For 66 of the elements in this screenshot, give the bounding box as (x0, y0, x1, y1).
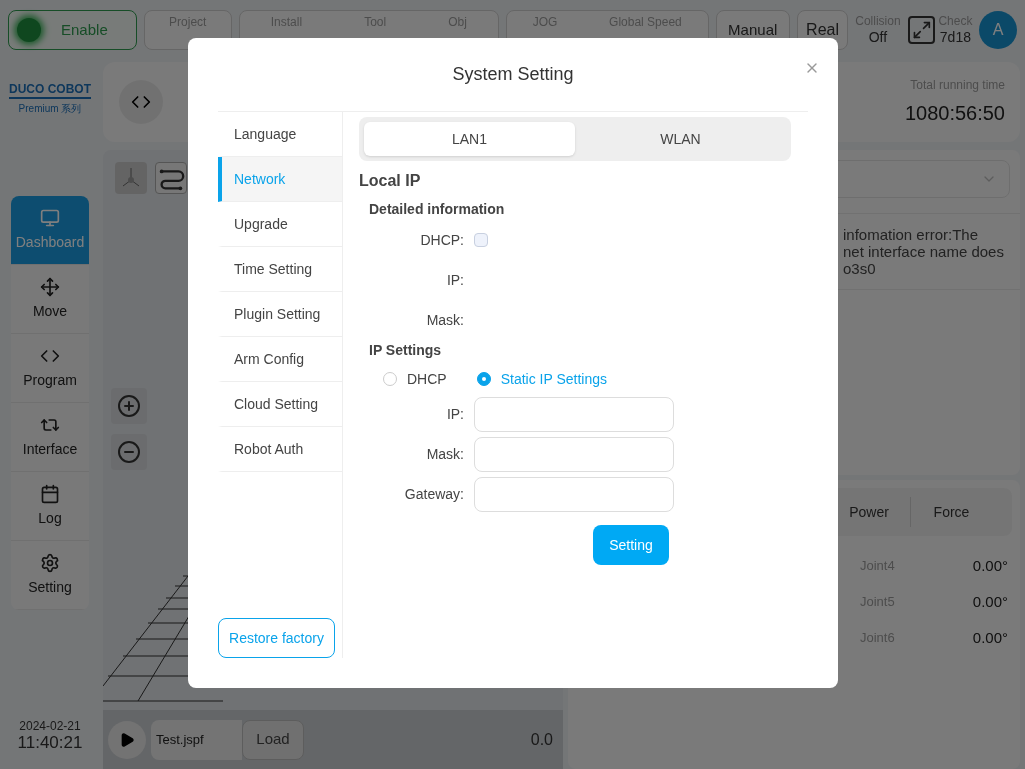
nav-item[interactable]: Move (11, 265, 89, 334)
zoom-in-button[interactable] (111, 388, 147, 424)
ip-mode-radio[interactable]: DHCP (383, 368, 447, 390)
path-icon[interactable] (155, 162, 187, 194)
joint-tab[interactable]: Power (828, 497, 910, 527)
load-button[interactable]: Load (242, 719, 304, 760)
settings-menu-item[interactable]: Upgrade (218, 202, 342, 247)
nav-item[interactable]: Program (11, 334, 89, 403)
settings-menu-item[interactable]: Arm Config (218, 337, 342, 382)
log-message: net interface name does (843, 243, 1005, 260)
progress-value: 0.0 (530, 729, 553, 750)
nav-item[interactable]: Log (11, 472, 89, 541)
user-avatar[interactable]: A (979, 11, 1017, 49)
field-label: IP: (445, 405, 464, 424)
calendar-icon (40, 483, 60, 504)
detail-heading: Detailed information (369, 200, 506, 219)
field-label: Mask: (425, 445, 464, 464)
settings-menu-item[interactable]: Network (218, 157, 342, 202)
running-time-value: 1080:56:50 (904, 101, 1005, 126)
ip-mode-radio[interactable]: Static IP Settings (476, 368, 608, 390)
play-button[interactable] (108, 720, 146, 759)
network-tab[interactable]: WLAN (575, 122, 786, 156)
network-tab[interactable]: LAN1 (364, 122, 575, 156)
restore-factory-button[interactable]: Restore factory (218, 618, 335, 658)
joint-value: 0.00° (972, 591, 1008, 612)
minus-icon (117, 440, 141, 464)
settings-menu-item[interactable]: Cloud Setting (218, 382, 342, 427)
dialog-title: System Setting (452, 63, 574, 86)
monitor-icon (40, 207, 60, 228)
plus-icon (117, 394, 141, 418)
play-icon (119, 731, 135, 748)
collision-value: Off (868, 28, 888, 47)
settings-menu-item[interactable]: Robot Auth (218, 427, 342, 472)
nav-item[interactable]: Interface (11, 403, 89, 472)
logo-subtitle: Premium 系列 (18, 102, 82, 116)
enable-button[interactable]: Enable (8, 10, 137, 50)
nav-item[interactable]: Dashboard (11, 196, 89, 265)
dhcp-checkbox[interactable] (474, 233, 488, 247)
joint-value: 0.00° (972, 627, 1008, 648)
section-title: Local IP (359, 171, 422, 191)
setting-button[interactable]: Setting (593, 525, 669, 565)
joint-value: 0.00° (972, 555, 1008, 576)
code-button[interactable] (119, 80, 163, 124)
time-text: 11:40:21 (17, 734, 83, 751)
detail-label: Mask: (425, 310, 464, 330)
joint-tab[interactable]: Force (910, 497, 992, 527)
check-value: 7d18 (939, 28, 971, 47)
settings-menu-item[interactable]: Plugin Setting (218, 292, 342, 337)
detail-label: IP: (445, 270, 464, 290)
log-message: infomation error:The (843, 226, 980, 243)
zoom-out-button[interactable] (111, 434, 147, 470)
move-arrows-icon (40, 276, 60, 297)
fullscreen-icon[interactable] (907, 16, 936, 44)
nav-item[interactable]: Setting (11, 541, 89, 610)
log-message: o3s0 (843, 260, 877, 277)
ip-settings-heading: IP Settings (369, 341, 443, 360)
settings-menu-item[interactable]: Time Setting (218, 247, 342, 292)
dhcp-label: DHCP: (419, 230, 464, 250)
logo-text: DUCO COBOT (9, 82, 91, 99)
input-field[interactable] (474, 397, 674, 432)
field-label: Gateway: (403, 485, 464, 504)
date-text: 2024-02-21 (19, 720, 81, 732)
program-file-field[interactable]: Test.jspf (151, 719, 242, 760)
input-field[interactable] (474, 437, 674, 472)
input-field[interactable] (474, 477, 674, 512)
settings-icon (40, 552, 60, 573)
